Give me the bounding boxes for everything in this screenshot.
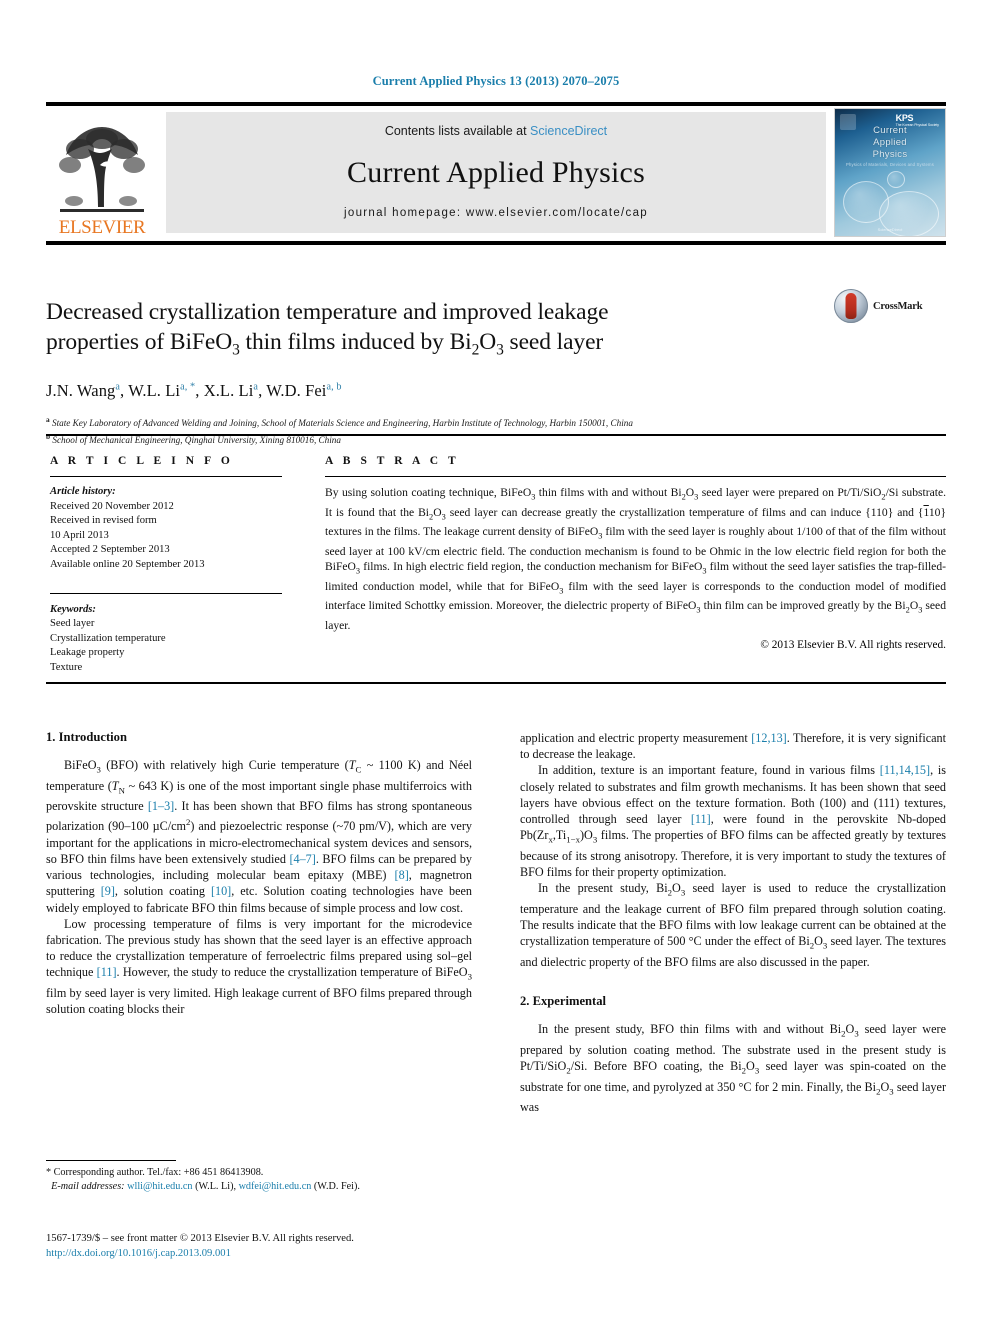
- intro-paragraph-3: In addition, texture is an important fea…: [520, 763, 947, 880]
- article-history-label: Article history:: [50, 486, 116, 497]
- history-item-0: Received 20 November 2012: [50, 500, 174, 512]
- body-column-left: 1. Introduction BiFeO3 (BFO) with relati…: [46, 730, 472, 1115]
- email-addresses-line: E-mail addresses: wlli@hit.edu.cn (W.L. …: [51, 1181, 360, 1192]
- history-item-2: 10 April 2013: [50, 529, 109, 541]
- abstract-heading: A B S T R A C T: [325, 455, 460, 467]
- header-rule-bottom: [46, 241, 946, 245]
- email-addresses-label: E-mail addresses:: [51, 1181, 125, 1192]
- elsevier-tree-icon: [54, 119, 150, 217]
- footnote-rule: [46, 1160, 176, 1161]
- abstract-column: A B S T R A C T By using solution coatin…: [325, 455, 946, 651]
- info-rule-bottom: [46, 682, 946, 684]
- sciencedirect-banner: Contents lists available at ScienceDirec…: [166, 112, 826, 233]
- article-page: Current Applied Physics 13 (2013) 2070–2…: [0, 0, 992, 1323]
- section-heading-introduction: 1. Introduction: [46, 730, 127, 744]
- title-line-2b: thin films induced by Bi: [239, 328, 472, 355]
- title-sub-1: 3: [232, 341, 240, 359]
- title-line-2d: seed layer: [503, 328, 604, 355]
- history-item-3: Accepted 2 September 2013: [50, 544, 170, 556]
- intro-paragraph-4: In the present study, Bi2O3 seed layer i…: [520, 881, 946, 969]
- email-owner-2: (W.D. Fei).: [313, 1181, 360, 1192]
- keywords-label: Keywords:: [50, 603, 96, 615]
- author-0-name[interactable]: J.N. Wang: [46, 381, 115, 400]
- title-sub-3: 3: [496, 341, 504, 359]
- footer-block: 1567-1739/$ – see front matter © 2013 El…: [46, 1231, 516, 1261]
- sciencedirect-link[interactable]: ScienceDirect: [530, 124, 607, 138]
- experimental-paragraph-1: In the present study, BFO thin films wit…: [520, 1022, 946, 1115]
- section-heading-experimental: 2. Experimental: [520, 994, 607, 1009]
- article-info-hairline-1: [50, 476, 282, 477]
- abstract-copyright: © 2013 Elsevier B.V. All rights reserved…: [760, 639, 946, 652]
- title-line-2c: O: [479, 328, 497, 355]
- journal-title: Current Applied Physics: [347, 155, 645, 189]
- article-history: Article history: Received 20 November 20…: [50, 485, 282, 573]
- intro-paragraph-2: Low processing temperature of films is v…: [46, 916, 472, 1017]
- title-line-1: Decreased crystallization temperature an…: [46, 298, 609, 325]
- elsevier-wordmark: ELSEVIER: [58, 217, 146, 238]
- email-link-2[interactable]: wdfei@hit.edu.cn: [239, 1181, 312, 1192]
- journal-header: ELSEVIER Contents lists available at Sci…: [46, 106, 946, 239]
- intro-paragraph-2-cont: application and electric property measur…: [520, 731, 946, 762]
- email-owner-1: (W.L. Li): [195, 1181, 234, 1192]
- author-2-affil[interactable]: a: [253, 382, 258, 393]
- keyword-2: Leakage property: [50, 647, 125, 659]
- keyword-1: Crystallization temperature: [50, 632, 166, 644]
- affiliation-a-marker: a: [46, 415, 50, 425]
- cover-subtitle: Physics of Materials, Devices and System…: [845, 162, 935, 167]
- body-column-right: application and electric property measur…: [520, 730, 946, 1115]
- issn-copyright-line: 1567-1739/$ – see front matter © 2013 El…: [46, 1233, 354, 1244]
- author-3-name[interactable]: W.D. Fei: [266, 381, 326, 400]
- title-block: CrossMark Decreased crystallization temp…: [46, 281, 946, 448]
- journal-cover-thumbnail[interactable]: KPS The Korean Physical Society Current …: [834, 108, 946, 237]
- article-info-hairline-2: [50, 592, 282, 594]
- abstract-text: By using solution coating technique, BiF…: [325, 486, 947, 632]
- keyword-0: Seed layer: [50, 618, 95, 630]
- contents-line: Contents lists available at ScienceDirec…: [385, 124, 607, 138]
- keyword-3: Texture: [50, 661, 83, 673]
- cover-title-line3: Physics: [872, 149, 908, 160]
- info-rule-top: [46, 434, 946, 436]
- page-title: Decreased crystallization temperature an…: [46, 297, 736, 366]
- author-list: J.N. Wanga, W.L. Lia, *, X.L. Lia, W.D. …: [46, 381, 342, 401]
- journal-homepage[interactable]: journal homepage: www.elsevier.com/locat…: [344, 207, 648, 219]
- cover-footer: ScienceDirect: [877, 227, 903, 232]
- author-3-affil[interactable]: a, b: [326, 382, 341, 393]
- email-link-1[interactable]: wlli@hit.edu.cn: [127, 1181, 192, 1192]
- doi-link[interactable]: http://dx.doi.org/10.1016/j.cap.2013.09.…: [46, 1246, 516, 1261]
- corresponding-author-note: * Corresponding author. Tel./fax: +86 45…: [46, 1167, 264, 1178]
- elsevier-logo[interactable]: ELSEVIER: [46, 106, 158, 239]
- history-item-4: Available online 20 September 2013: [50, 558, 205, 570]
- footnote-block: * Corresponding author. Tel./fax: +86 45…: [46, 1166, 476, 1194]
- running-head[interactable]: Current Applied Physics 13 (2013) 2070–2…: [0, 74, 992, 89]
- history-item-1: Received in revised form: [50, 515, 157, 527]
- affiliation-list: a State Key Laboratory of Advanced Weldi…: [46, 413, 946, 447]
- keywords-block: Keywords: Seed layer Crystallization tem…: [50, 603, 282, 676]
- cover-bubble-3: [887, 171, 905, 188]
- body-columns: 1. Introduction BiFeO3 (BFO) with relati…: [46, 730, 946, 1115]
- intro-paragraph-1: BiFeO3 (BFO) with relatively high Curie …: [46, 758, 473, 915]
- crossmark-badge[interactable]: CrossMark: [834, 285, 946, 327]
- abstract-hairline: [325, 476, 946, 477]
- affiliation-a: a State Key Laboratory of Advanced Weldi…: [46, 413, 946, 430]
- contents-prefix: Contents lists available at: [384, 124, 531, 138]
- cover-title-line1: Current: [873, 125, 907, 136]
- article-info-heading: A R T I C L E I N F O: [50, 455, 234, 467]
- crossmark-icon: [834, 289, 868, 323]
- affiliation-b-text: School of Mechanical Engineering, Qingha…: [52, 435, 341, 446]
- crossmark-label: CrossMark: [873, 300, 923, 312]
- author-1-affil[interactable]: a, *: [180, 382, 195, 393]
- author-0-affil[interactable]: a: [115, 382, 120, 393]
- title-line-2a: properties of BiFeO: [46, 328, 233, 355]
- author-2-name[interactable]: X.L. Li: [204, 381, 254, 400]
- author-1-name[interactable]: W.L. Li: [128, 381, 180, 400]
- article-info-column: A R T I C L E I N F O Article history: R…: [50, 455, 282, 676]
- affiliation-a-text: State Key Laboratory of Advanced Welding…: [51, 418, 633, 429]
- cover-title-line2: Applied: [873, 137, 907, 148]
